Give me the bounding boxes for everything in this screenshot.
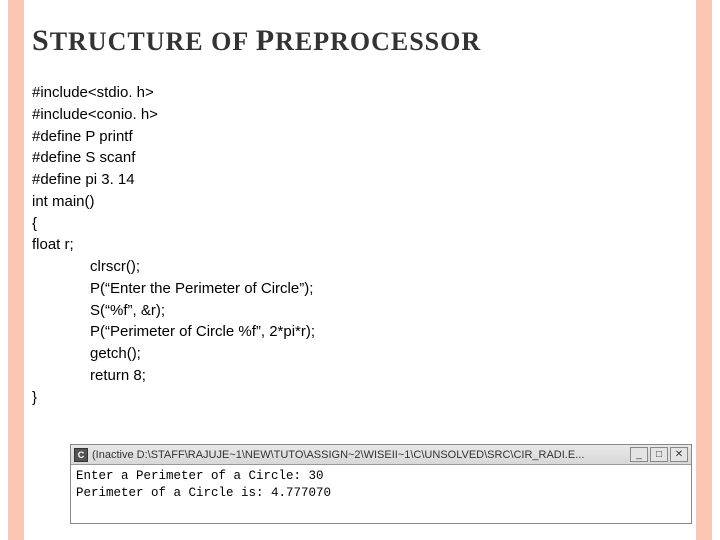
code-line: getch(); <box>32 343 688 365</box>
code-line: { <box>32 213 688 235</box>
code-line: return 8; <box>32 365 688 387</box>
close-button[interactable]: ✕ <box>670 447 688 462</box>
code-line: P(“Perimeter of Circle %f”, 2*pi*r); <box>32 321 688 343</box>
code-line: } <box>32 387 688 409</box>
minimize-button[interactable]: _ <box>630 447 648 462</box>
code-block: #include<stdio. h> #include<conio. h> #d… <box>32 82 688 408</box>
title-cap-s: S <box>32 24 50 57</box>
console-inactive-label: (Inactive <box>92 449 137 461</box>
console-line: Enter a Perimeter of a Circle: 30 <box>76 468 686 485</box>
console-titlebar: C (Inactive D:\STAFF\RAJUJE~1\NEW\TUTO\A… <box>71 445 691 465</box>
console-window: C (Inactive D:\STAFF\RAJUJE~1\NEW\TUTO\A… <box>70 444 692 524</box>
title-part-2: REPROCESSOR <box>275 27 481 56</box>
slide-content: STRUCTURE OF PREPROCESSOR #include<stdio… <box>32 24 688 408</box>
title-of: OF <box>204 27 256 56</box>
title-part-1: TRUCTURE <box>50 27 204 56</box>
code-line: #define S scanf <box>32 147 688 169</box>
code-line: #include<stdio. h> <box>32 82 688 104</box>
code-line: int main() <box>32 191 688 213</box>
title-cap-p: P <box>256 24 275 57</box>
code-line: clrscr(); <box>32 256 688 278</box>
code-line: #define P printf <box>32 126 688 148</box>
console-app-icon: C <box>74 448 88 462</box>
console-path: D:\STAFF\RAJUJE~1\NEW\TUTO\ASSIGN~2\WISE… <box>137 449 585 461</box>
right-accent-stripe <box>696 0 712 540</box>
code-line: float r; <box>32 234 688 256</box>
code-line: P(“Enter the Perimeter of Circle”); <box>32 278 688 300</box>
slide-title: STRUCTURE OF PREPROCESSOR <box>32 24 688 58</box>
maximize-button[interactable]: □ <box>650 447 668 462</box>
code-line: #define pi 3. 14 <box>32 169 688 191</box>
console-title-text: (Inactive D:\STAFF\RAJUJE~1\NEW\TUTO\ASS… <box>92 449 628 461</box>
code-line: S(“%f”, &r); <box>32 300 688 322</box>
code-line: #include<conio. h> <box>32 104 688 126</box>
left-accent-stripe <box>8 0 24 540</box>
console-line: Perimeter of a Circle is: 4.777070 <box>76 485 686 502</box>
console-output: Enter a Perimeter of a Circle: 30 Perime… <box>71 465 691 505</box>
